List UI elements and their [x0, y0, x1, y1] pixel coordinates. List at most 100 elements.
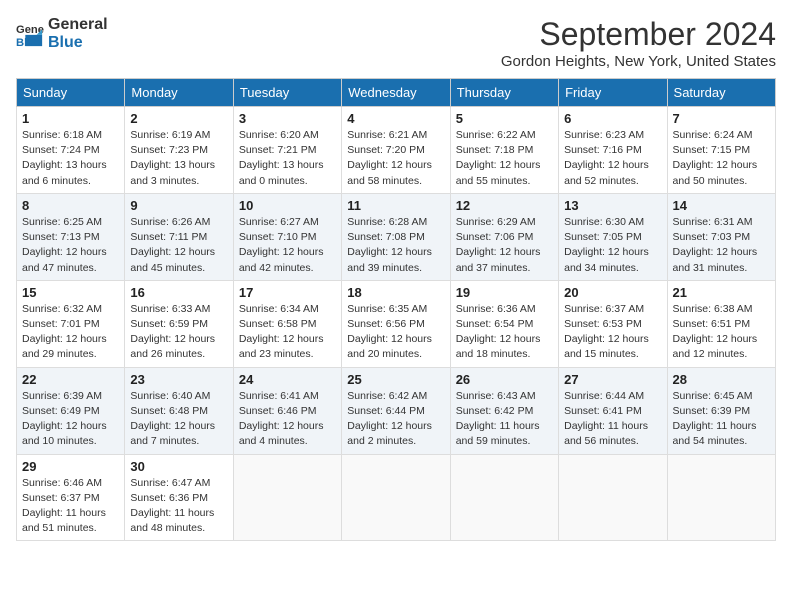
sunset-text: Sunset: 6:56 PM — [347, 317, 444, 332]
calendar-cell: 4Sunrise: 6:21 AMSunset: 7:20 PMDaylight… — [342, 107, 450, 194]
sunset-text: Sunset: 7:03 PM — [673, 230, 770, 245]
daylight-text: Daylight: 12 hours and 7 minutes. — [130, 419, 227, 449]
sunrise-text: Sunrise: 6:20 AM — [239, 128, 336, 143]
day-info: Sunrise: 6:29 AMSunset: 7:06 PMDaylight:… — [456, 215, 553, 276]
daylight-text: Daylight: 13 hours and 6 minutes. — [22, 158, 119, 188]
week-row-2: 8 Sunrise: 6:25 AMSunset: 7:13 PM Daylight… — [17, 193, 776, 280]
calendar-cell: 3Sunrise: 6:20 AMSunset: 7:21 PMDaylight… — [233, 107, 341, 194]
daylight-text: Daylight: 12 hours and 37 minutes. — [456, 245, 553, 275]
day-number: 27 — [564, 372, 661, 387]
sunset-text: Sunset: 6:49 PM — [22, 404, 119, 419]
daylight-text: Daylight: 12 hours and 31 minutes. — [673, 245, 770, 275]
sunrise-text: Sunrise: 6:34 AM — [239, 302, 336, 317]
day-info: Sunrise: 6:46 AMSunset: 6:37 PMDaylight:… — [22, 476, 119, 537]
sunrise-text: Sunrise: 6:35 AM — [347, 302, 444, 317]
sunrise-text: Sunrise: 6:40 AM — [130, 389, 227, 404]
sunrise-text: Sunrise: 6:42 AM — [347, 389, 444, 404]
calendar-table: Sunday Monday Tuesday Wednesday Thursday… — [16, 78, 776, 541]
calendar-cell — [450, 454, 558, 541]
sunset-text: Sunset: 7:21 PM — [239, 143, 336, 158]
header-thursday: Thursday — [450, 79, 558, 107]
daylight-text: Daylight: 12 hours and 2 minutes. — [347, 419, 444, 449]
sunset-text: Sunset: 7:06 PM — [456, 230, 553, 245]
sunrise-text: Sunrise: 6:28 AM — [347, 215, 444, 230]
sunset-text: Sunset: 6:53 PM — [564, 317, 661, 332]
sunset-text: Sunset: 6:58 PM — [239, 317, 336, 332]
day-info: Sunrise: 6:39 AMSunset: 6:49 PMDaylight:… — [22, 389, 119, 450]
daylight-text: Daylight: 12 hours and 34 minutes. — [564, 245, 661, 275]
day-number: 2 — [130, 111, 227, 126]
day-info: Sunrise: 6:35 AMSunset: 6:56 PMDaylight:… — [347, 302, 444, 363]
day-number: 18 — [347, 285, 444, 300]
daylight-text: Daylight: 12 hours and 4 minutes. — [239, 419, 336, 449]
day-number: 25 — [347, 372, 444, 387]
calendar-cell: 8Sunrise: 6:25 AMSunset: 7:13 PMDaylight… — [17, 193, 125, 280]
sunset-text: Sunset: 6:39 PM — [673, 404, 770, 419]
title-area: September 2024 Gordon Heights, New York,… — [501, 16, 776, 70]
sunset-text: Sunset: 7:23 PM — [130, 143, 227, 158]
calendar-cell: 15Sunrise: 6:32 AMSunset: 7:01 PMDayligh… — [17, 280, 125, 367]
week-row-3: 15Sunrise: 6:32 AMSunset: 7:01 PMDayligh… — [17, 280, 776, 367]
day-number: 9 — [130, 198, 227, 213]
sunrise-text: Sunrise: 6:23 AM — [564, 128, 661, 143]
day-info: Sunrise: 6:18 AMSunset: 7:24 PMDaylight:… — [22, 128, 119, 189]
day-info: Sunrise: 6:47 AMSunset: 6:36 PMDaylight:… — [130, 476, 227, 537]
sunrise-text: Sunrise: 6:33 AM — [130, 302, 227, 317]
day-info: Sunrise: 6:20 AMSunset: 7:21 PMDaylight:… — [239, 128, 336, 189]
day-number: 16 — [130, 285, 227, 300]
calendar-cell: 14Sunrise: 6:31 AMSunset: 7:03 PMDayligh… — [667, 193, 775, 280]
daylight-text: Daylight: 12 hours and 20 minutes. — [347, 332, 444, 362]
day-number: 5 — [456, 111, 553, 126]
sunrise-text: Sunrise: 6:46 AM — [22, 476, 119, 491]
calendar-cell: 16 Sunrise: 6:33 AMSunset: 6:59 PMDayligh… — [125, 280, 233, 367]
day-info: Sunrise: 6:23 AMSunset: 7:16 PMDaylight:… — [564, 128, 661, 189]
day-info: Sunrise: 6:31 AMSunset: 7:03 PMDaylight:… — [673, 215, 770, 276]
sunrise-text: Sunrise: 6:44 AM — [564, 389, 661, 404]
sunrise-text: Sunrise: 6:27 AM — [239, 215, 336, 230]
day-number: 21 — [673, 285, 770, 300]
calendar-cell: 9 Sunrise: 6:26 AMSunset: 7:11 PMDaylight… — [125, 193, 233, 280]
day-info: Sunrise: 6:40 AMSunset: 6:48 PMDaylight:… — [130, 389, 227, 450]
day-number: 29 — [22, 459, 119, 474]
sunset-text: Sunset: 7:15 PM — [673, 143, 770, 158]
svg-text:Blue: Blue — [16, 37, 40, 48]
calendar-cell: 1 Sunrise: 6:18 AMSunset: 7:24 PMDaylight… — [17, 107, 125, 194]
sunrise-text: Sunrise: 6:26 AM — [130, 215, 227, 230]
sunrise-text: Sunrise: 6:29 AM — [456, 215, 553, 230]
sunset-text: Sunset: 7:13 PM — [22, 230, 119, 245]
sunrise-text: Sunrise: 6:21 AM — [347, 128, 444, 143]
sunset-text: Sunset: 6:44 PM — [347, 404, 444, 419]
calendar-cell: 6Sunrise: 6:23 AMSunset: 7:16 PMDaylight… — [559, 107, 667, 194]
calendar-cell: 10Sunrise: 6:27 AMSunset: 7:10 PMDayligh… — [233, 193, 341, 280]
day-number: 30 — [130, 459, 227, 474]
day-info: Sunrise: 6:38 AMSunset: 6:51 PMDaylight:… — [673, 302, 770, 363]
calendar-cell: 27Sunrise: 6:44 AMSunset: 6:41 PMDayligh… — [559, 367, 667, 454]
sunset-text: Sunset: 6:54 PM — [456, 317, 553, 332]
day-number: 8 — [22, 198, 119, 213]
header-wednesday: Wednesday — [342, 79, 450, 107]
calendar-cell: 20Sunrise: 6:37 AMSunset: 6:53 PMDayligh… — [559, 280, 667, 367]
daylight-text: Daylight: 13 hours and 0 minutes. — [239, 158, 336, 188]
logo: General Blue General Blue — [16, 16, 108, 51]
daylight-text: Daylight: 12 hours and 45 minutes. — [130, 245, 227, 275]
daylight-text: Daylight: 12 hours and 23 minutes. — [239, 332, 336, 362]
calendar-cell: 30 Sunrise: 6:47 AMSunset: 6:36 PMDayligh… — [125, 454, 233, 541]
sunrise-text: Sunrise: 6:47 AM — [130, 476, 227, 491]
day-number: 10 — [239, 198, 336, 213]
calendar-cell: 23Sunrise: 6:40 AMSunset: 6:48 PMDayligh… — [125, 367, 233, 454]
sunrise-text: Sunrise: 6:22 AM — [456, 128, 553, 143]
sunset-text: Sunset: 6:37 PM — [22, 491, 119, 506]
day-info: Sunrise: 6:33 AMSunset: 6:59 PMDaylight:… — [130, 302, 227, 363]
day-info: Sunrise: 6:26 AMSunset: 7:11 PMDaylight:… — [130, 215, 227, 276]
daylight-text: Daylight: 12 hours and 18 minutes. — [456, 332, 553, 362]
calendar-cell — [667, 454, 775, 541]
sunset-text: Sunset: 7:11 PM — [130, 230, 227, 245]
daylight-text: Daylight: 12 hours and 42 minutes. — [239, 245, 336, 275]
sunrise-text: Sunrise: 6:31 AM — [673, 215, 770, 230]
sunrise-text: Sunrise: 6:25 AM — [22, 215, 119, 230]
day-number: 28 — [673, 372, 770, 387]
day-number: 1 — [22, 111, 119, 126]
daylight-text: Daylight: 12 hours and 12 minutes. — [673, 332, 770, 362]
calendar-cell: 28Sunrise: 6:45 AMSunset: 6:39 PMDayligh… — [667, 367, 775, 454]
logo-icon: General Blue — [16, 20, 44, 48]
